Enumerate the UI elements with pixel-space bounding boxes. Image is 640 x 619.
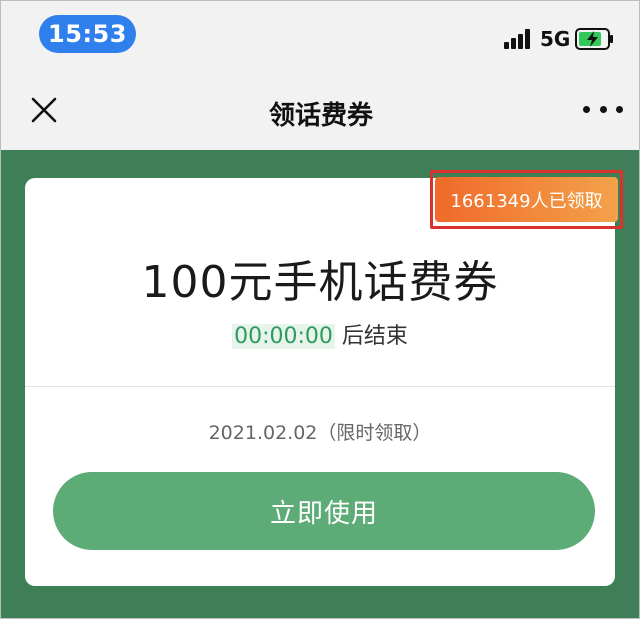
status-time: 15:53 <box>39 15 136 53</box>
countdown-suffix: 后结束 <box>334 324 408 349</box>
network-label: 5G <box>540 27 571 51</box>
status-bar: 15:53 5G <box>1 1 639 71</box>
page-title: 领话费券 <box>268 101 373 131</box>
countdown: 00:00:00 后结束 <box>25 318 615 350</box>
app-frame: 15:53 5G 领话费券 100元手机话费券 00:00:00 后结束 202… <box>0 0 640 619</box>
coupon-card: 100元手机话费券 00:00:00 后结束 2021.02.02（限时领取） … <box>25 178 615 586</box>
more-icon[interactable] <box>583 102 623 116</box>
countdown-timer: 00:00:00 <box>232 324 335 349</box>
divider <box>25 386 615 387</box>
battery-charging-icon <box>575 28 615 50</box>
use-now-button[interactable]: 立即使用 <box>53 472 595 550</box>
highlight-box <box>430 170 623 229</box>
coupon-date: 2021.02.02（限时领取） <box>208 422 432 444</box>
signal-icon <box>504 29 532 49</box>
nav-bar: 领话费券 <box>1 71 639 150</box>
coupon-title: 100元手机话费券 <box>141 257 499 308</box>
top-area: 15:53 5G 领话费券 <box>1 1 639 150</box>
